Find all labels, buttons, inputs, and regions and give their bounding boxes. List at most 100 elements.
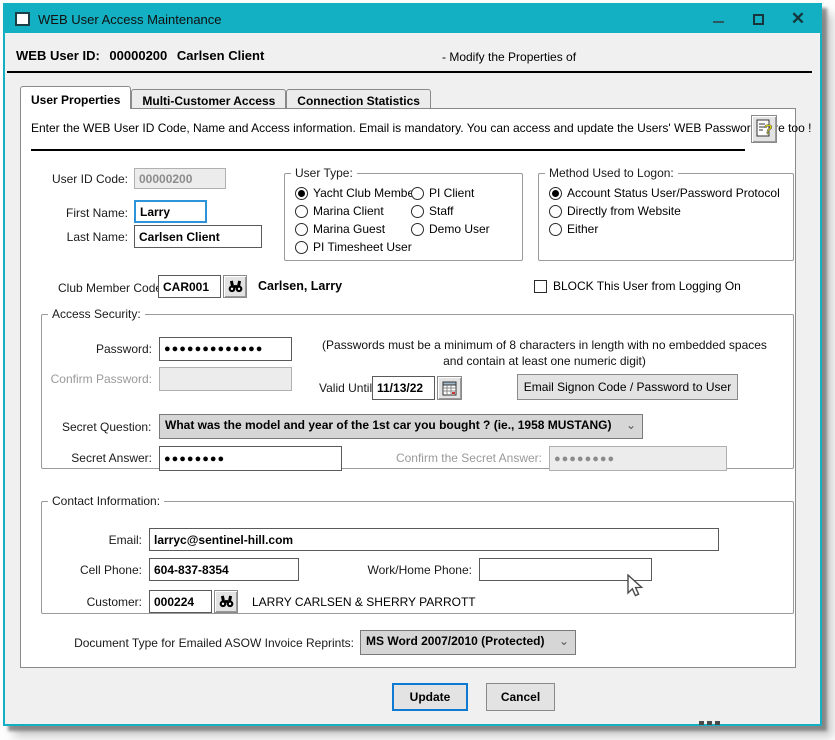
radio-marina-guest[interactable]: Marina Guest [295, 222, 385, 236]
password-field[interactable] [159, 337, 292, 361]
radio-yacht-club-member[interactable]: Yacht Club Member [295, 186, 418, 200]
mode-text: - Modify the Properties of [442, 50, 576, 64]
secret-question-value: What was the model and year of the 1st c… [165, 418, 612, 432]
svg-text:?: ? [764, 121, 773, 137]
calendar-button[interactable] [437, 376, 462, 400]
club-member-display-name: Carlsen, Larry [258, 279, 342, 293]
user-id-code-field [134, 168, 226, 189]
radio-either[interactable]: Either [549, 222, 598, 236]
customer-code-field[interactable] [149, 590, 212, 613]
record-header: WEB User ID: 00000200 Carlsen Client [16, 48, 270, 63]
document-type-dropdown[interactable]: MS Word 2007/2010 (Protected) ⌄ [360, 630, 576, 655]
radio-pi-client[interactable]: PI Client [411, 186, 474, 200]
cancel-button[interactable]: Cancel [486, 683, 555, 711]
secret-answer-label: Secret Answer: [52, 451, 152, 465]
contact-information-legend: Contact Information: [48, 494, 164, 508]
logon-method-group: Method Used to Logon: Account Status Use… [538, 166, 794, 261]
club-member-code-label: Club Member Code: [58, 281, 165, 295]
email-signon-button[interactable]: Email Signon Code / Password to User [517, 374, 738, 400]
radio-account-status-protocol[interactable]: Account Status User/Password Protocol [549, 186, 780, 200]
record-header-label: WEB User ID: [16, 48, 100, 63]
secret-question-label: Secret Question: [62, 420, 151, 434]
document-type-label: Document Type for Emailed ASOW Invoice R… [71, 636, 354, 650]
confirm-secret-answer-field [549, 446, 727, 471]
block-user-label: BLOCK This User from Logging On [553, 279, 741, 293]
password-note-line1: (Passwords must be a minimum of 8 charac… [297, 338, 792, 352]
first-name-field[interactable] [134, 200, 207, 223]
block-user-checkbox[interactable]: BLOCK This User from Logging On [534, 279, 741, 293]
radio-marina-client[interactable]: Marina Client [295, 204, 384, 218]
access-security-group: Access Security: Password: (Passwords mu… [41, 307, 794, 469]
user-type-legend: User Type: [291, 166, 357, 180]
radio-icon [295, 241, 308, 254]
record-user-name: Carlsen Client [177, 48, 264, 63]
secret-answer-field[interactable] [159, 446, 342, 471]
email-field[interactable] [149, 528, 719, 551]
user-id-code-label: User ID Code: [31, 172, 128, 186]
user-type-group: User Type: Yacht Club Member Marina Clie… [284, 166, 523, 261]
access-security-legend: Access Security: [48, 307, 145, 321]
maximize-icon[interactable] [750, 11, 766, 27]
title-bar: WEB User Access Maintenance ✕ [5, 5, 820, 33]
radio-icon [411, 223, 424, 236]
valid-until-field[interactable] [372, 376, 435, 400]
radio-icon [295, 187, 308, 200]
mouse-cursor-icon [626, 574, 648, 601]
header-divider [7, 71, 812, 73]
tab-connection-statistics[interactable]: Connection Statistics [286, 89, 431, 109]
radio-icon [549, 223, 562, 236]
customer-label: Customer: [52, 595, 142, 609]
window-resize-grip[interactable] [699, 721, 725, 725]
contact-information-group: Contact Information: Email: Cell Phone: … [41, 494, 794, 614]
club-member-code-field[interactable] [158, 275, 221, 298]
confirm-password-label: Confirm Password: [42, 372, 152, 386]
calendar-icon [442, 381, 457, 396]
radio-icon [411, 187, 424, 200]
close-icon[interactable]: ✕ [790, 11, 806, 27]
email-label: Email: [52, 533, 142, 547]
radio-icon [295, 205, 308, 218]
club-member-lookup-button[interactable] [223, 275, 247, 298]
radio-icon [411, 205, 424, 218]
update-button[interactable]: Update [392, 683, 468, 711]
help-button[interactable]: ? [751, 115, 777, 143]
binoculars-icon [219, 595, 234, 608]
chevron-down-icon: ⌄ [626, 418, 636, 432]
window-title: WEB User Access Maintenance [38, 12, 222, 27]
confirm-secret-answer-label: Confirm the Secret Answer: [372, 451, 542, 465]
tab-user-properties[interactable]: User Properties [20, 86, 131, 109]
minimize-icon[interactable] [710, 11, 726, 27]
last-name-label: Last Name: [31, 230, 128, 244]
radio-staff[interactable]: Staff [411, 204, 453, 218]
password-label: Password: [52, 342, 152, 356]
radio-icon [549, 187, 562, 200]
radio-icon [295, 223, 308, 236]
cell-phone-field[interactable] [149, 558, 299, 581]
valid-until-label: Valid Until: [319, 381, 375, 395]
document-type-value: MS Word 2007/2010 (Protected) [366, 634, 545, 648]
radio-directly-from-website[interactable]: Directly from Website [549, 204, 681, 218]
secret-question-dropdown[interactable]: What was the model and year of the 1st c… [159, 414, 643, 439]
radio-demo-user[interactable]: Demo User [411, 222, 490, 236]
tab-multi-customer-access[interactable]: Multi-Customer Access [131, 89, 286, 109]
dialog-window: WEB User Access Maintenance ✕ WEB User I… [3, 3, 822, 726]
tab-page-user-properties: Enter the WEB User ID Code, Name and Acc… [20, 108, 796, 668]
radio-icon [549, 205, 562, 218]
first-name-label: First Name: [31, 206, 128, 220]
instruction-banner: Enter the WEB User ID Code, Name and Acc… [31, 121, 811, 135]
help-page-icon: ? [756, 119, 773, 139]
tab-strip: User Properties Multi-Customer Access Co… [20, 86, 431, 109]
work-home-phone-label: Work/Home Phone: [332, 563, 472, 577]
banner-divider [31, 149, 745, 151]
customer-display-name: LARRY CARLSEN & SHERRY PARROTT [252, 595, 476, 609]
checkbox-icon [534, 280, 547, 293]
binoculars-icon [228, 280, 243, 293]
chevron-down-icon: ⌄ [559, 634, 569, 648]
cell-phone-label: Cell Phone: [52, 563, 142, 577]
customer-lookup-button[interactable] [214, 590, 238, 613]
radio-pi-timesheet-user[interactable]: PI Timesheet User [295, 240, 412, 254]
record-user-id: 00000200 [109, 48, 167, 63]
app-window-icon [15, 12, 30, 26]
last-name-field[interactable] [134, 225, 262, 248]
confirm-password-field [159, 367, 292, 391]
